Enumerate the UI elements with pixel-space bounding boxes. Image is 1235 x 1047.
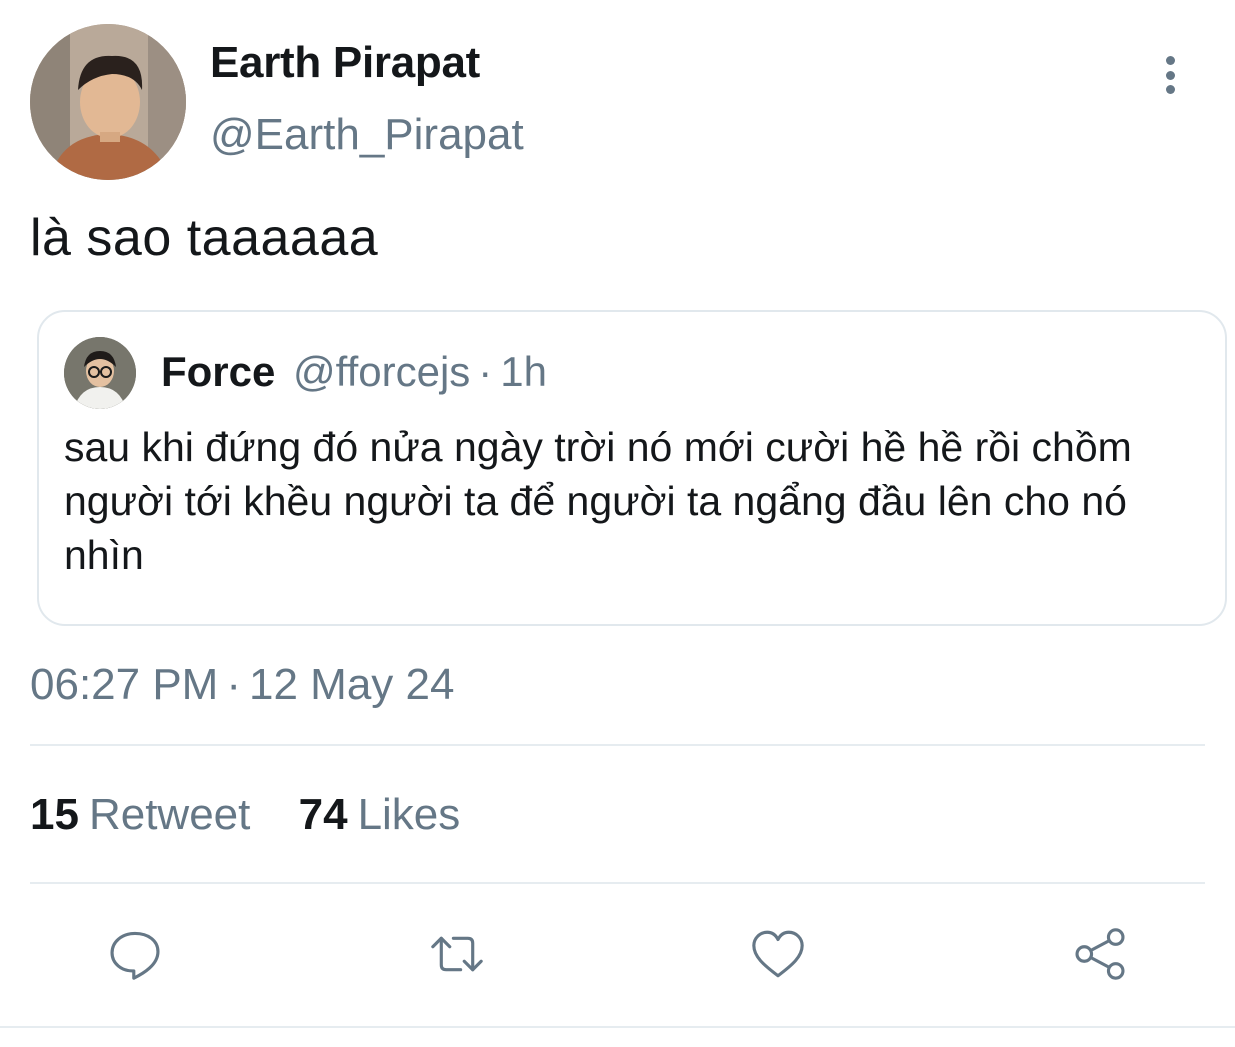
retweet-button[interactable] — [426, 923, 488, 985]
quoted-author-handle: @fforcejs — [293, 348, 471, 395]
retweet-icon — [431, 936, 483, 972]
divider — [30, 882, 1205, 884]
tweet-text: là sao taaaaaa — [30, 209, 379, 267]
like-button[interactable] — [747, 923, 809, 985]
retweet-count: 15 — [30, 790, 79, 839]
reply-icon — [110, 931, 160, 980]
divider — [0, 1026, 1235, 1028]
quoted-author-avatar[interactable] — [64, 337, 136, 409]
retweet-label: Retweet — [88, 790, 251, 839]
reply-button[interactable] — [104, 923, 166, 985]
separator: · — [226, 660, 241, 709]
likes-label: Likes — [357, 790, 461, 839]
author-avatar[interactable] — [30, 24, 186, 180]
tweet-timestamp[interactable]: 06:27 PM · 12 May 24 — [30, 660, 454, 710]
separator: · — [478, 348, 493, 395]
tweet-time: 06:27 PM — [30, 660, 219, 709]
share-icon — [1075, 928, 1125, 980]
dot — [1165, 85, 1175, 94]
tweet-detail: Earth Pirapat @Earth_Pirapat là sao taaa… — [0, 0, 1235, 1047]
likes-count: 74 — [298, 790, 348, 839]
divider — [30, 744, 1205, 746]
dot — [1165, 56, 1175, 65]
quoted-author-name: Force — [161, 348, 276, 395]
more-options-icon[interactable] — [1148, 50, 1192, 100]
share-button[interactable] — [1069, 923, 1131, 985]
author-name[interactable]: Earth Pirapat — [210, 38, 480, 88]
quoted-tweet-header: Force @fforcejs · 1h — [161, 348, 547, 396]
likes-stat[interactable]: 74 Likes — [299, 790, 461, 839]
author-handle[interactable]: @Earth_Pirapat — [210, 110, 524, 160]
heart-icon — [752, 930, 804, 978]
retweet-stat[interactable]: 15 Retweet — [30, 790, 250, 839]
quoted-tweet-age: 1h — [500, 348, 548, 395]
tweet-date: 12 May 24 — [249, 660, 455, 709]
quoted-tweet-text: sau khi đứng đó nửa ngày trời nó mới cườ… — [64, 424, 1132, 578]
tweet-stats: 15 Retweet 74 Likes — [30, 790, 460, 840]
dot — [1165, 70, 1175, 80]
quoted-tweet[interactable]: Force @fforcejs · 1h sau khi đứng đó nửa n… — [37, 310, 1227, 626]
